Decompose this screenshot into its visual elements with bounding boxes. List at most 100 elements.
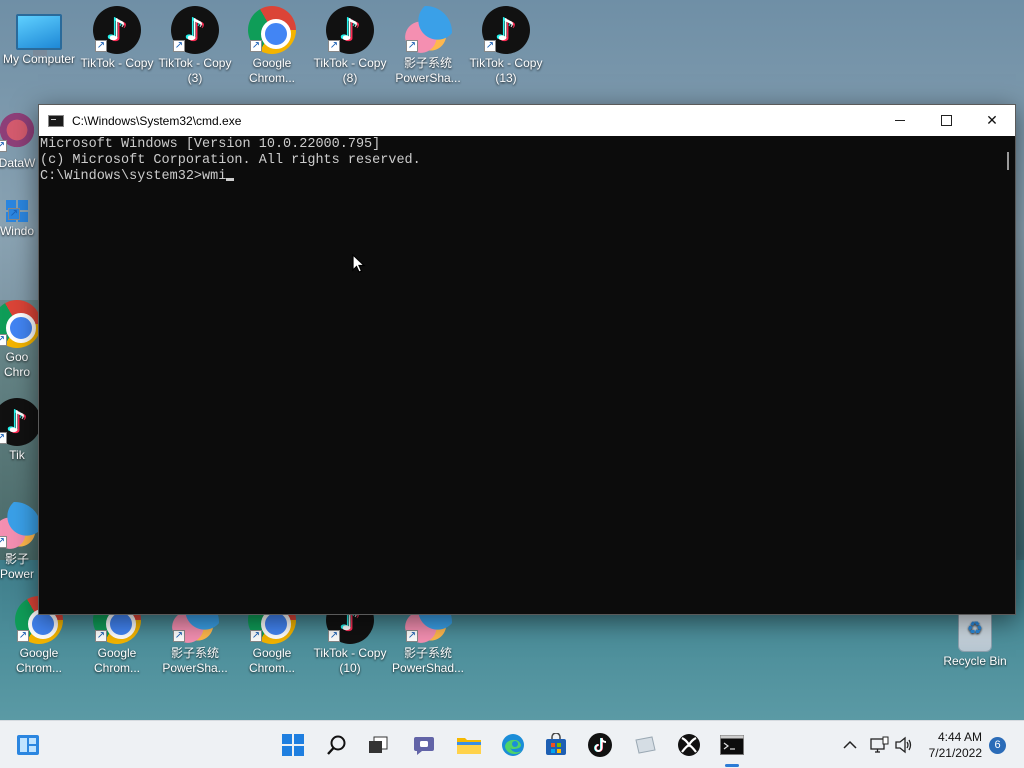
cmd-titlebar[interactable]: C:\Windows\System32\cmd.exe ✕ [39, 105, 1015, 136]
terminal-prompt-line: C:\Windows\system32>wmi [40, 169, 999, 185]
widgets-icon[interactable] [12, 729, 44, 761]
task-view-button[interactable] [362, 729, 394, 761]
cmd-taskbar-button[interactable] [716, 729, 748, 767]
desktop-icon-label: TikTok - Copy (3) [158, 56, 232, 85]
folder-icon [457, 738, 481, 754]
edge-icon [502, 734, 524, 756]
desktop-icon-label: TikTok - Copy [80, 56, 154, 70]
minimize-button[interactable] [877, 105, 923, 136]
shortcut-arrow-icon: ↗ [173, 630, 185, 642]
shadow-defender-icon: ↗ [0, 502, 41, 550]
shortcut-arrow-icon: ↗ [484, 40, 496, 52]
desktop-icon-label: TikTok - Copy (13) [469, 56, 543, 85]
chevron-up-icon [843, 740, 857, 749]
taskbar: 4:44 AM 7/21/2022 6 [0, 720, 1024, 768]
desktop-icon-label: TikTok - Copy (8) [313, 56, 387, 85]
shortcut-arrow-icon: ↗ [0, 140, 7, 152]
desktop-icon[interactable]: My Computer [0, 6, 78, 67]
store-icon [546, 733, 566, 755]
task-view-icon [369, 736, 388, 753]
shortcut-arrow-icon: ↗ [95, 630, 107, 642]
desktop-icon-label: 影子系统 PowerSha... [162, 646, 228, 675]
chrome-icon: ↗ [248, 6, 296, 54]
terminal-line: (c) Microsoft Corporation. All rights re… [40, 153, 421, 168]
cmd-app-icon[interactable] [48, 114, 64, 127]
maximize-button[interactable] [923, 105, 969, 136]
vertical-scrollbar[interactable] [999, 136, 1015, 614]
show-hidden-icons-button[interactable] [836, 729, 864, 761]
desktop-icon-label: Recycle Bin [943, 654, 1007, 668]
desktop-icon[interactable]: ♪ ↗ TikTok - Copy (3) [156, 6, 234, 86]
desktop-icon[interactable]: ♪ ↗ TikTok - Copy (13) [467, 6, 545, 86]
shortcut-arrow-icon: ↗ [406, 630, 418, 642]
desktop-icon[interactable]: ↗ 影子系统 PowerSha... [389, 6, 467, 86]
scrollbar-thumb[interactable] [1007, 152, 1009, 170]
recycle-bin-icon [958, 612, 992, 652]
desktop-icon-label: Google Chrom... [93, 646, 140, 675]
desktop-icon-label: 影子系统 PowerShad... [391, 646, 465, 675]
app-taskbar-button[interactable] [629, 729, 661, 761]
shortcut-arrow-icon: ↗ [17, 630, 29, 642]
notification-count-badge[interactable]: 6 [989, 737, 1006, 754]
tiktok-taskbar-button[interactable] [584, 729, 616, 761]
chat-button[interactable] [408, 729, 440, 761]
shortcut-arrow-icon: ↗ [173, 40, 185, 52]
desktop-icon-label: Google Chrom... [248, 646, 295, 675]
desktop-icon-label: Google Chrom... [248, 56, 295, 85]
shortcut-arrow-icon: ↗ [328, 630, 340, 642]
tiktok-icon: ♪ ↗ [482, 6, 530, 54]
volume-button[interactable] [891, 729, 917, 761]
tiktok-icon: ♪ ↗ [93, 6, 141, 54]
windows-logo-icon: ↗ [6, 200, 28, 222]
tiktok-icon: ♪ ↗ [0, 398, 41, 446]
desktop-icon-label: TikTok - Copy (10) [313, 646, 387, 675]
datawin-icon: ↗ [0, 106, 41, 154]
tiktok-icon: ♪ ↗ [171, 6, 219, 54]
close-button[interactable]: ✕ [969, 105, 1015, 136]
desktop-icon-label: Google Chrom... [15, 646, 62, 675]
tiktok-icon: ♪ ↗ [326, 6, 374, 54]
terminal-line: Microsoft Windows [Version 10.0.22000.79… [40, 137, 381, 152]
edge-button[interactable] [497, 729, 529, 761]
shortcut-arrow-icon: ↗ [328, 40, 340, 52]
shortcut-arrow-icon: ↗ [0, 432, 7, 444]
clock-button[interactable]: 4:44 AM 7/21/2022 [920, 728, 982, 762]
text-cursor [226, 178, 235, 181]
shortcut-arrow-icon: ↗ [250, 40, 262, 52]
start-button[interactable] [277, 729, 309, 761]
shortcut-arrow-icon: ↗ [95, 40, 107, 52]
shortcut-arrow-icon: ↗ [250, 630, 262, 642]
desktop-icon-recycle-bin[interactable]: Recycle Bin [936, 608, 1014, 669]
terminal-output[interactable]: Microsoft Windows [Version 10.0.22000.79… [39, 136, 999, 614]
window-title: C:\Windows\System32\cmd.exe [72, 113, 242, 128]
network-icon [870, 736, 889, 753]
app-icon [635, 736, 656, 754]
windows-logo-icon [282, 734, 304, 756]
speaker-icon [895, 736, 912, 754]
desktop-icon[interactable]: ♪ ↗ TikTok - Copy (8) [311, 6, 389, 86]
desktop-icon-label: 影子系统 PowerSha... [395, 56, 461, 85]
teams-chat-icon [414, 737, 434, 755]
clock-time: 4:44 AM [937, 730, 982, 744]
search-icon [327, 735, 346, 755]
tiktok-icon [588, 733, 612, 757]
shortcut-arrow-icon: ↗ [406, 40, 418, 52]
search-button[interactable] [321, 729, 353, 761]
cmd-window[interactable]: C:\Windows\System32\cmd.exe ✕ Microsoft … [38, 104, 1016, 615]
computer-icon [16, 14, 62, 56]
shortcut-arrow-icon: ↗ [0, 334, 7, 346]
xbox-icon [678, 734, 700, 756]
shortcut-arrow-icon: ↗ [8, 208, 20, 220]
file-explorer-button[interactable] [453, 729, 485, 761]
store-button[interactable] [540, 729, 572, 761]
desktop-icon[interactable]: ♪ ↗ TikTok - Copy [78, 6, 156, 71]
clock-date: 7/21/2022 [928, 746, 982, 760]
shortcut-arrow-icon: ↗ [0, 536, 7, 548]
shadow-defender-icon: ↗ [404, 6, 452, 54]
cmd-icon [720, 735, 744, 755]
xbox-button[interactable] [673, 729, 705, 761]
chrome-icon: ↗ [0, 300, 41, 348]
terminal-prompt-input[interactable]: C:\Windows\system32>wmi [40, 169, 226, 184]
network-status-button[interactable] [866, 729, 892, 761]
desktop-icon[interactable]: ↗ Google Chrom... [233, 6, 311, 86]
